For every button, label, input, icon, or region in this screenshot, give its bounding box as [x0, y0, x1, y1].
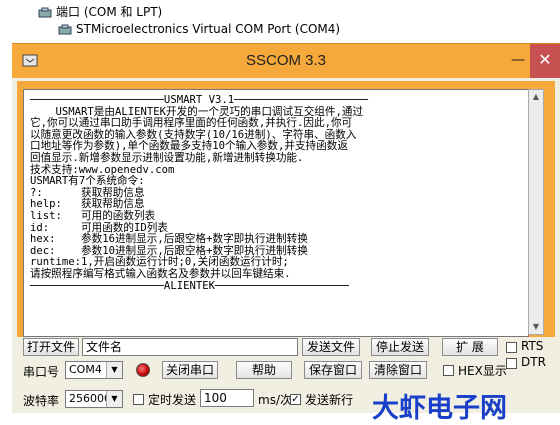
clear-window-button[interactable]: 清除窗口 [369, 361, 427, 379]
terminal-line: 请按照程序编写格式输入函数名及参数并以回车键结束. [30, 268, 291, 280]
port-icon [38, 7, 52, 19]
rts-label: RTS [521, 339, 544, 353]
close-port-button[interactable]: 关闭串口 [162, 361, 218, 379]
save-window-button[interactable]: 保存窗口 [304, 361, 362, 379]
ports-category[interactable]: 端口 (COM 和 LPT) [38, 3, 162, 20]
terminal-scrollbar[interactable]: ▲ ▼ [528, 89, 544, 335]
baud-select[interactable]: 256000 ▼ [65, 390, 123, 408]
terminal-line: help: 获取帮助信息 [30, 198, 145, 211]
terminal-line: list: 可用的函数列表 [30, 210, 156, 222]
ports-category-label: 端口 (COM 和 LPT) [56, 5, 163, 19]
port-select[interactable]: COM4 ▼ [65, 361, 123, 379]
terminal-line: USMART有7个系统命令: [30, 175, 145, 188]
baud-value: 256000 [69, 392, 111, 405]
chevron-down-icon[interactable]: ▼ [106, 391, 122, 407]
port-value: COM4 [69, 363, 102, 376]
minimize-button[interactable]: — [510, 53, 526, 67]
port-status-led [136, 363, 150, 377]
terminal-line: ─────────────────────USMART V3.1────────… [30, 94, 369, 106]
stop-send-button[interactable]: 停止发送 [371, 338, 429, 356]
expand-button[interactable]: 扩 展 [442, 338, 498, 356]
send-newline-checkbox[interactable]: ✓ [290, 394, 301, 405]
hex-display-label: HEX显示 [458, 364, 507, 378]
com-device-label: STMicroelectronics Virtual COM Port (COM… [76, 22, 341, 36]
hex-display-checkbox[interactable] [443, 365, 454, 376]
terminal-line: USMART是由ALIENTEK开发的一个灵巧的串口调试互交组件,通过 [30, 105, 364, 118]
device-manager-tree: 端口 (COM 和 LPT) STMicroelectronics Virtua… [0, 0, 560, 42]
baud-label: 波特率 [23, 394, 60, 408]
terminal-line: ─────────────────────ALIENTEK───────────… [30, 279, 349, 292]
port-icon [58, 24, 72, 36]
close-button[interactable]: ✕ [530, 44, 560, 78]
send-file-button[interactable]: 发送文件 [302, 338, 360, 356]
terminal-line: 口地址等作为参数),单个函数最多支持10个输入参数,并支持函数返 [30, 140, 348, 153]
scroll-up-icon[interactable]: ▲ [529, 90, 543, 104]
brand-watermark: 大虾电子网 [372, 393, 507, 424]
timed-send-checkbox[interactable] [133, 394, 144, 405]
com-device-item[interactable]: STMicroelectronics Virtual COM Port (COM… [58, 22, 340, 36]
send-newline-label: 发送新行 [305, 393, 354, 407]
interval-field[interactable]: 100 [200, 389, 254, 407]
rts-checkbox[interactable] [506, 342, 517, 353]
dtr-label: DTR [521, 355, 546, 369]
terminal-line: 以随意更改函数的输入参数(支持数字(10/16进制)、字符串、函数入 [30, 128, 357, 141]
open-file-button[interactable]: 打开文件 [23, 338, 79, 356]
window-title: SSCOM 3.3 [245, 52, 327, 69]
terminal-line: dec: 参数10进制显示,后跟空格+数字即执行进制转换 [30, 244, 308, 257]
terminal-line: 它,你可以通过串口助手调用程序里面的任何函数,并执行.因此,你可 [30, 117, 353, 130]
title-bar[interactable]: SSCOM 3.3 — ✕ [12, 43, 560, 78]
chevron-down-icon[interactable]: ▼ [106, 362, 122, 378]
timed-send-label: 定时发送 [148, 393, 197, 407]
terminal-line: hex: 参数16进制显示,后跟空格+数字即执行进制转换 [30, 233, 308, 246]
terminal-line: id: 可用函数的ID列表 [30, 221, 168, 234]
port-label: 串口号 [23, 365, 60, 379]
receive-terminal[interactable]: ─────────────────────USMART V3.1────────… [23, 89, 529, 337]
terminal-line: ?: 获取帮助信息 [30, 186, 145, 199]
terminal-line: runtime:1,开启函数运行计时;0,关闭函数运行计时; [30, 256, 289, 269]
terminal-line: 技术支持:www.openedv.com [30, 163, 175, 176]
terminal-line: 回值显示.新增参数显示进制设置功能,新增进制转换功能. [30, 152, 304, 164]
interval-unit: ms/次 [258, 393, 292, 407]
scroll-down-icon[interactable]: ▼ [529, 320, 543, 334]
filename-field[interactable]: 文件名 [82, 338, 298, 356]
help-button[interactable]: 帮助 [236, 361, 292, 379]
dtr-checkbox[interactable] [506, 358, 517, 369]
